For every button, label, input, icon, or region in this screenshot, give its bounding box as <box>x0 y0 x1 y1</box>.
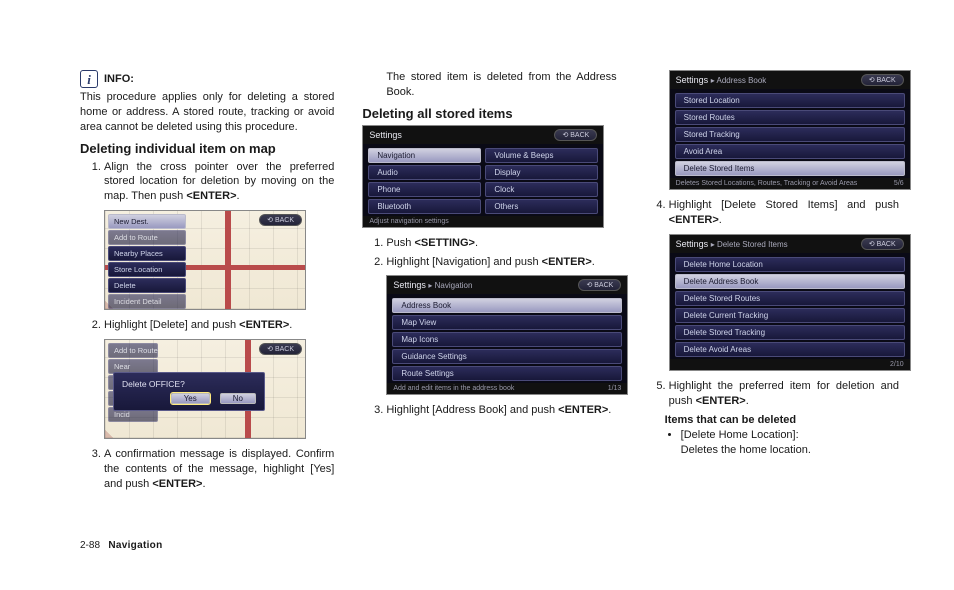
page-number: 2-88 <box>80 540 100 551</box>
side-item[interactable]: Add to Route <box>108 343 158 358</box>
screenshot-map-menu: ⟲ BACK New Dest. Add to Route Nearby Pla… <box>104 210 306 310</box>
menu-incident-detail[interactable]: Incident Detail <box>108 294 186 309</box>
ab-stored-routes[interactable]: Stored Routes <box>675 110 905 125</box>
del-address-book[interactable]: Delete Address Book <box>675 274 905 289</box>
ab-avoid-area[interactable]: Avoid Area <box>675 144 905 159</box>
settings-phone[interactable]: Phone <box>368 182 481 197</box>
back-button[interactable]: ⟲ BACK <box>259 214 302 226</box>
settings-volume[interactable]: Volume & Beeps <box>485 148 598 163</box>
nav-route-settings[interactable]: Route Settings <box>392 366 622 381</box>
index-counter: 5/6 <box>894 180 904 187</box>
c1-step1: Align the cross pointer over the preferr… <box>104 160 334 205</box>
screen-title: Settings <box>393 280 426 290</box>
c2-step3-cont: The stored item is deleted from the Addr… <box>386 70 616 100</box>
settings-navigation[interactable]: Navigation <box>368 148 481 163</box>
c2b-step2: Highlight [Navigation] and push <ENTER>. <box>386 255 616 270</box>
info-icon: i <box>80 70 98 88</box>
sub-heading-items-can-delete: Items that can be deleted <box>665 414 899 426</box>
help-text: Deletes Stored Locations, Routes, Tracki… <box>676 180 858 187</box>
screenshot-settings: Settings ⟲ BACK Navigation Volume & Beeps… <box>362 125 604 228</box>
index-counter: 1/13 <box>608 385 622 392</box>
nav-map-icons[interactable]: Map Icons <box>392 332 622 347</box>
map-context-menu: New Dest. Add to Route Nearby Places Sto… <box>108 214 186 309</box>
back-button[interactable]: ⟲ BACK <box>259 343 302 355</box>
info-label: INFO: <box>104 73 134 85</box>
settings-display[interactable]: Display <box>485 165 598 180</box>
screenshot-delete-confirm: ⟲ BACK Add to Route Near Store Delete In… <box>104 339 306 439</box>
back-button[interactable]: ⟲ BACK <box>861 74 904 86</box>
settings-clock[interactable]: Clock <box>485 182 598 197</box>
help-text: Add and edit items in the address book <box>393 385 514 392</box>
settings-others[interactable]: Others <box>485 199 598 214</box>
c3-step4: Highlight [Delete Stored Items] and push… <box>669 198 899 228</box>
confirm-dialog: Delete OFFICE? Yes No <box>113 372 265 411</box>
page-footer: 2-88 Navigation <box>80 540 162 551</box>
menu-new-dest[interactable]: New Dest. <box>108 214 186 229</box>
screen-title: Settings <box>369 130 402 140</box>
info-heading: i INFO: <box>80 70 334 88</box>
screen-title: Settings <box>676 75 709 85</box>
ab-delete-stored-items[interactable]: Delete Stored Items <box>675 161 905 176</box>
yes-button[interactable]: Yes <box>171 393 210 404</box>
menu-store-location[interactable]: Store Location <box>108 262 186 277</box>
settings-bluetooth[interactable]: Bluetooth <box>368 199 481 214</box>
dialog-prompt: Delete OFFICE? <box>122 379 256 389</box>
screen-title: Settings <box>676 239 709 249</box>
c2b-step1: Push <SETTING>. <box>386 236 616 251</box>
del-avoid-areas[interactable]: Delete Avoid Areas <box>675 342 905 357</box>
nav-map-view[interactable]: Map View <box>392 315 622 330</box>
heading-delete-individual: Deleting individual item on map <box>80 141 334 156</box>
c3-step3: Highlight [Address Book] and push <ENTER… <box>386 403 616 418</box>
c1-step2: Highlight [Delete] and push <ENTER>. <box>104 318 334 333</box>
page-body: i INFO: This procedure applies only for … <box>0 0 954 535</box>
back-button[interactable]: ⟲ BACK <box>578 279 621 291</box>
help-text: Adjust navigation settings <box>369 218 448 225</box>
index-counter: 2/10 <box>890 361 904 368</box>
info-body: This procedure applies only for deleting… <box>80 90 334 135</box>
section-name: Navigation <box>108 540 162 551</box>
settings-audio[interactable]: Audio <box>368 165 481 180</box>
heading-delete-all: Deleting all stored items <box>362 106 616 121</box>
c3-step5: Highlight the preferred item for deletio… <box>669 379 899 409</box>
del-stored-routes[interactable]: Delete Stored Routes <box>675 291 905 306</box>
screenshot-address-book: Settings ▸ Address Book ⟲ BACK Stored Lo… <box>669 70 911 190</box>
screenshot-settings-navigation: Settings ▸ Navigation ⟲ BACK Address Boo… <box>386 275 628 395</box>
ab-stored-location[interactable]: Stored Location <box>675 93 905 108</box>
screenshot-delete-stored-items: Settings ▸ Delete Stored Items ⟲ BACK De… <box>669 234 911 371</box>
menu-delete[interactable]: Delete <box>108 278 186 293</box>
c2-step3: A confirmation message is displayed. Con… <box>104 447 334 492</box>
no-button[interactable]: No <box>220 393 256 404</box>
del-stored-tracking[interactable]: Delete Stored Tracking <box>675 325 905 340</box>
nav-address-book[interactable]: Address Book <box>392 298 622 313</box>
back-button[interactable]: ⟲ BACK <box>554 129 597 141</box>
bullet-delete-home: [Delete Home Location]: Deletes the home… <box>681 428 899 458</box>
ab-stored-tracking[interactable]: Stored Tracking <box>675 127 905 142</box>
del-current-tracking[interactable]: Delete Current Tracking <box>675 308 905 323</box>
menu-add-to-route[interactable]: Add to Route <box>108 230 186 245</box>
menu-nearby-places[interactable]: Nearby Places <box>108 246 186 261</box>
nav-guidance[interactable]: Guidance Settings <box>392 349 622 364</box>
back-button[interactable]: ⟲ BACK <box>861 238 904 250</box>
del-home-location[interactable]: Delete Home Location <box>675 257 905 272</box>
